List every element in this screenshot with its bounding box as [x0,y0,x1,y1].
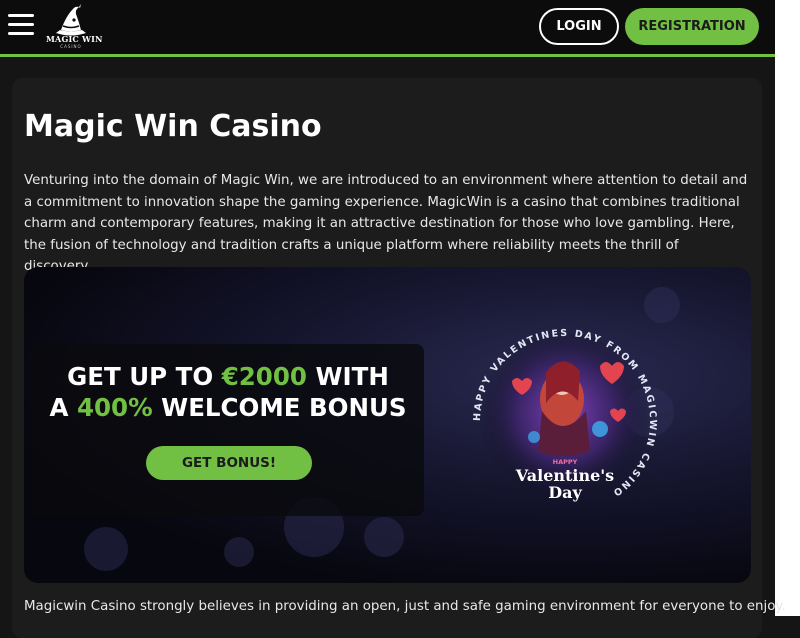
intro-paragraph: Venturing into the domain of Magic Win, … [24,173,748,274]
logo-name: MAGIC WIN [46,34,103,44]
page-edge [775,0,800,616]
wizard-hat-icon [56,4,86,36]
site-logo[interactable]: MAGIC WIN CASINO [46,2,103,52]
bokeh-decoration [84,527,128,571]
registration-button[interactable]: REGISTRATION [625,8,759,45]
headline-line-2: A 400% WELCOME BONUS [49,393,407,422]
bonus-amount: €2000 [221,362,307,391]
badge-happy: HAPPY [553,458,578,466]
valentines-day-badge: HAPPY VALENTINES DAY FROM MAGICWIN CASIN… [472,328,656,509]
top-header: MAGIC WIN CASINO LOGIN REGISTRATION [0,0,775,57]
login-button[interactable]: LOGIN [539,8,619,45]
bokeh-decoration [364,517,404,557]
bokeh-decoration [224,537,254,567]
headline-line-1: GET UP TO €2000 WITH [67,362,389,391]
welcome-bonus-banner[interactable]: GET UP TO €2000 WITH A 400% WELCOME BONU… [24,267,751,583]
badge-title-2: Day [548,483,582,502]
bottom-paragraph: Magicwin Casino strongly believes in pro… [24,599,786,614]
page-title: Magic Win Casino [24,109,322,144]
get-bonus-button[interactable]: GET BONUS! [146,446,312,480]
bonus-headline: GET UP TO €2000 WITH A 400% WELCOME BONU… [24,361,432,423]
hamburger-menu-icon[interactable] [8,14,34,36]
bonus-percent: 400% [76,393,153,422]
logo-sub: CASINO [60,44,82,49]
